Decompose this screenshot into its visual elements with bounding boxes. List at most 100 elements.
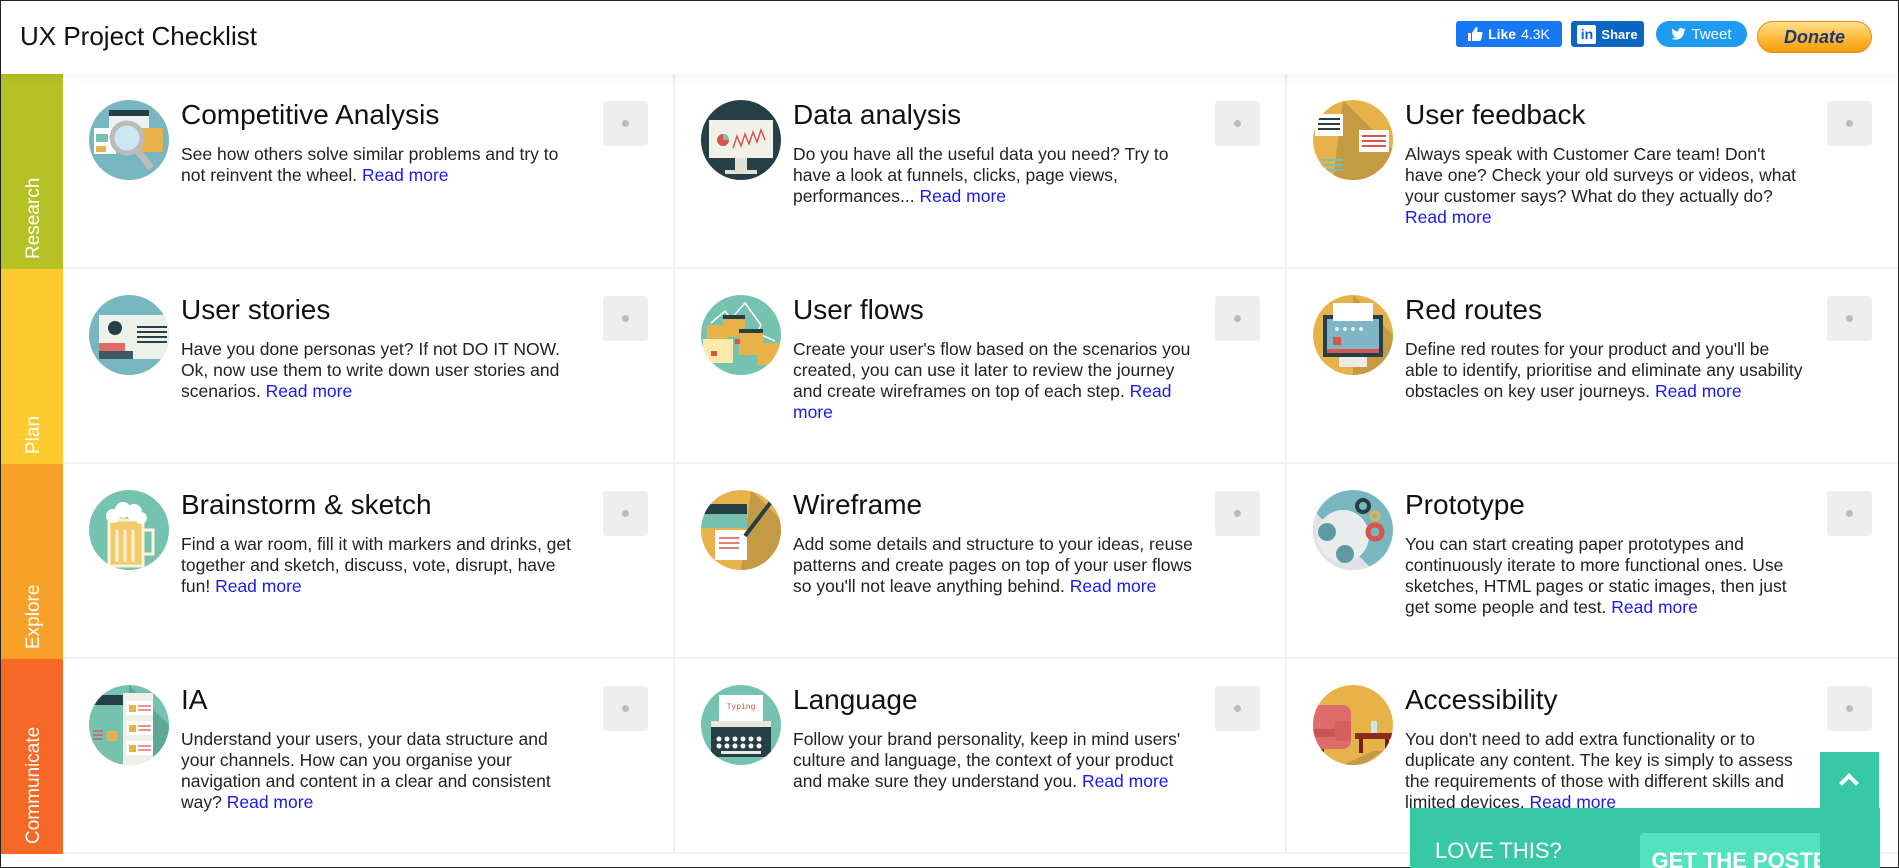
read-more-link[interactable]: Read more — [919, 186, 1006, 206]
card-title: IA — [181, 684, 208, 715]
checklist-card: Data analysis Do you have all the useful … — [675, 74, 1287, 267]
checklist-card: User stories Have you done personas yet? … — [63, 269, 675, 462]
linkedin-share-label: Share — [1601, 26, 1638, 42]
card-description: Understand your users, your data structu… — [181, 729, 581, 813]
card-description: Find a war room, fill it with markers an… — [181, 534, 581, 597]
done-checkbox[interactable] — [603, 491, 648, 536]
chevron-up-icon — [1839, 773, 1859, 793]
read-more-link[interactable]: Read more — [266, 381, 353, 401]
phase-label: Research — [23, 177, 44, 259]
read-more-link[interactable]: Read more — [362, 165, 449, 185]
read-more-link[interactable]: Read more — [1405, 207, 1492, 227]
checklist-card: User feedback Always speak with Customer … — [1287, 74, 1898, 267]
checklist-card: Brainstorm & sketch Find a war room, fill… — [63, 464, 675, 657]
done-checkbox[interactable] — [1215, 101, 1260, 146]
card-description-text: Always speak with Customer Care team! Do… — [1405, 144, 1797, 206]
header: UX Project Checklist Like 4.3K in Share … — [1, 1, 1898, 74]
done-checkbox[interactable] — [603, 686, 648, 731]
twitter-bird-icon — [1671, 28, 1687, 40]
card-description: Add some details and structure to your i… — [793, 534, 1193, 597]
flow-icon — [701, 295, 781, 375]
phase-row-research: Competitive Analysis See how others solve… — [63, 74, 1898, 269]
card-title: Prototype — [1405, 489, 1525, 520]
card-title: Accessibility — [1405, 684, 1558, 715]
phase-label: Communicate — [23, 726, 44, 844]
phase-row-explore: Brainstorm & sketch Find a war room, fill… — [63, 464, 1898, 659]
checklist-card: Competitive Analysis See how others solve… — [63, 74, 675, 267]
sitemap-icon — [89, 685, 169, 765]
card-title: Wireframe — [793, 489, 923, 520]
read-more-link[interactable]: Read more — [1082, 771, 1169, 791]
love-this-label: LOVE THIS? — [1435, 838, 1562, 863]
phase-communicate: Communicate — [1, 659, 63, 854]
id-card-icon — [89, 295, 169, 375]
card-description: Have you done personas yet? If not DO IT… — [181, 339, 581, 402]
card-title: Red routes — [1405, 294, 1542, 325]
done-checkbox[interactable] — [1827, 296, 1872, 341]
thumbs-up-icon — [1468, 27, 1483, 41]
checklist-card: Wireframe Add some details and structure … — [675, 464, 1287, 657]
gears-icon — [1313, 490, 1393, 570]
read-more-link[interactable]: Read more — [215, 576, 302, 596]
card-description-text: You can start creating paper prototypes … — [1405, 534, 1787, 617]
typewriter-icon: Typing — [701, 685, 781, 765]
wireframe-pencil-icon — [701, 490, 781, 570]
phase-label: Plan — [23, 415, 44, 454]
card-description: Do you have all the useful data you need… — [793, 144, 1193, 207]
linkedin-icon: in — [1577, 24, 1597, 44]
armchair-icon — [1313, 685, 1393, 765]
card-description: You can start creating paper prototypes … — [1405, 534, 1805, 618]
card-title: Data analysis — [793, 99, 962, 130]
monitor-chart-icon — [701, 100, 781, 180]
card-description: See how others solve similar problems an… — [181, 144, 581, 186]
facebook-like-count: 4.3K — [1521, 26, 1550, 42]
page-title: UX Project Checklist — [20, 21, 257, 51]
card-title: Language — [793, 684, 918, 715]
phase-row-plan: User stories Have you done personas yet? … — [63, 269, 1898, 464]
card-description: Follow your brand personality, keep in m… — [793, 729, 1193, 792]
back-to-top-button[interactable] — [1820, 752, 1879, 868]
done-checkbox[interactable] — [1827, 101, 1872, 146]
checklist-card: Red routes Define red routes for your pro… — [1287, 269, 1898, 462]
card-title: User stories — [181, 294, 331, 325]
checklist-card: Typing Language Follow your brand personal… — [675, 659, 1287, 852]
read-more-link[interactable]: Read more — [227, 792, 314, 812]
card-description: Define red routes for your product and y… — [1405, 339, 1805, 402]
chat-bubbles-icon — [1313, 100, 1393, 180]
done-checkbox[interactable] — [1215, 296, 1260, 341]
tweet-button[interactable]: Tweet — [1656, 21, 1747, 47]
done-checkbox[interactable] — [1827, 491, 1872, 536]
card-description-text: Have you done personas yet? If not DO IT… — [181, 339, 561, 401]
checklist-card: User flows Create your user's flow based … — [675, 269, 1287, 462]
poster-banner: LOVE THIS? GET THE POSTER — [1410, 808, 1880, 868]
linkedin-share-button[interactable]: in Share — [1571, 21, 1644, 47]
read-more-link[interactable]: Read more — [1655, 381, 1742, 401]
done-checkbox[interactable] — [1215, 686, 1260, 731]
done-checkbox[interactable] — [1215, 491, 1260, 536]
done-checkbox[interactable] — [603, 296, 648, 341]
phase-label: Explore — [23, 584, 44, 649]
card-title: User flows — [793, 294, 924, 325]
done-checkbox[interactable] — [603, 101, 648, 146]
phase-explore: Explore — [1, 464, 63, 659]
facebook-like-button[interactable]: Like 4.3K — [1456, 21, 1562, 47]
done-checkbox[interactable] — [1827, 686, 1872, 731]
checklist-card: Prototype You can start creating paper pr… — [1287, 464, 1898, 657]
card-title: Brainstorm & sketch — [181, 489, 432, 520]
card-description: Create your user's flow based on the sce… — [793, 339, 1193, 423]
checklist-card: IA Understand your users, your data struc… — [63, 659, 675, 852]
card-title: User feedback — [1405, 99, 1586, 130]
beer-mug-icon — [89, 490, 169, 570]
tweet-label: Tweet — [1691, 25, 1732, 43]
monitor-route-icon — [1313, 295, 1393, 375]
magnifier-icon — [89, 100, 169, 180]
read-more-link[interactable]: Read more — [1070, 576, 1157, 596]
card-description-text: Define red routes for your product and y… — [1405, 339, 1803, 401]
phase-plan: Plan — [1, 269, 63, 464]
read-more-link[interactable]: Read more — [1611, 597, 1698, 617]
card-title: Competitive Analysis — [181, 99, 440, 130]
card-description: Always speak with Customer Care team! Do… — [1405, 144, 1805, 228]
facebook-like-label: Like — [1488, 26, 1517, 42]
donate-button[interactable]: Donate — [1757, 21, 1872, 53]
svg-text:Typing: Typing — [727, 703, 756, 712]
